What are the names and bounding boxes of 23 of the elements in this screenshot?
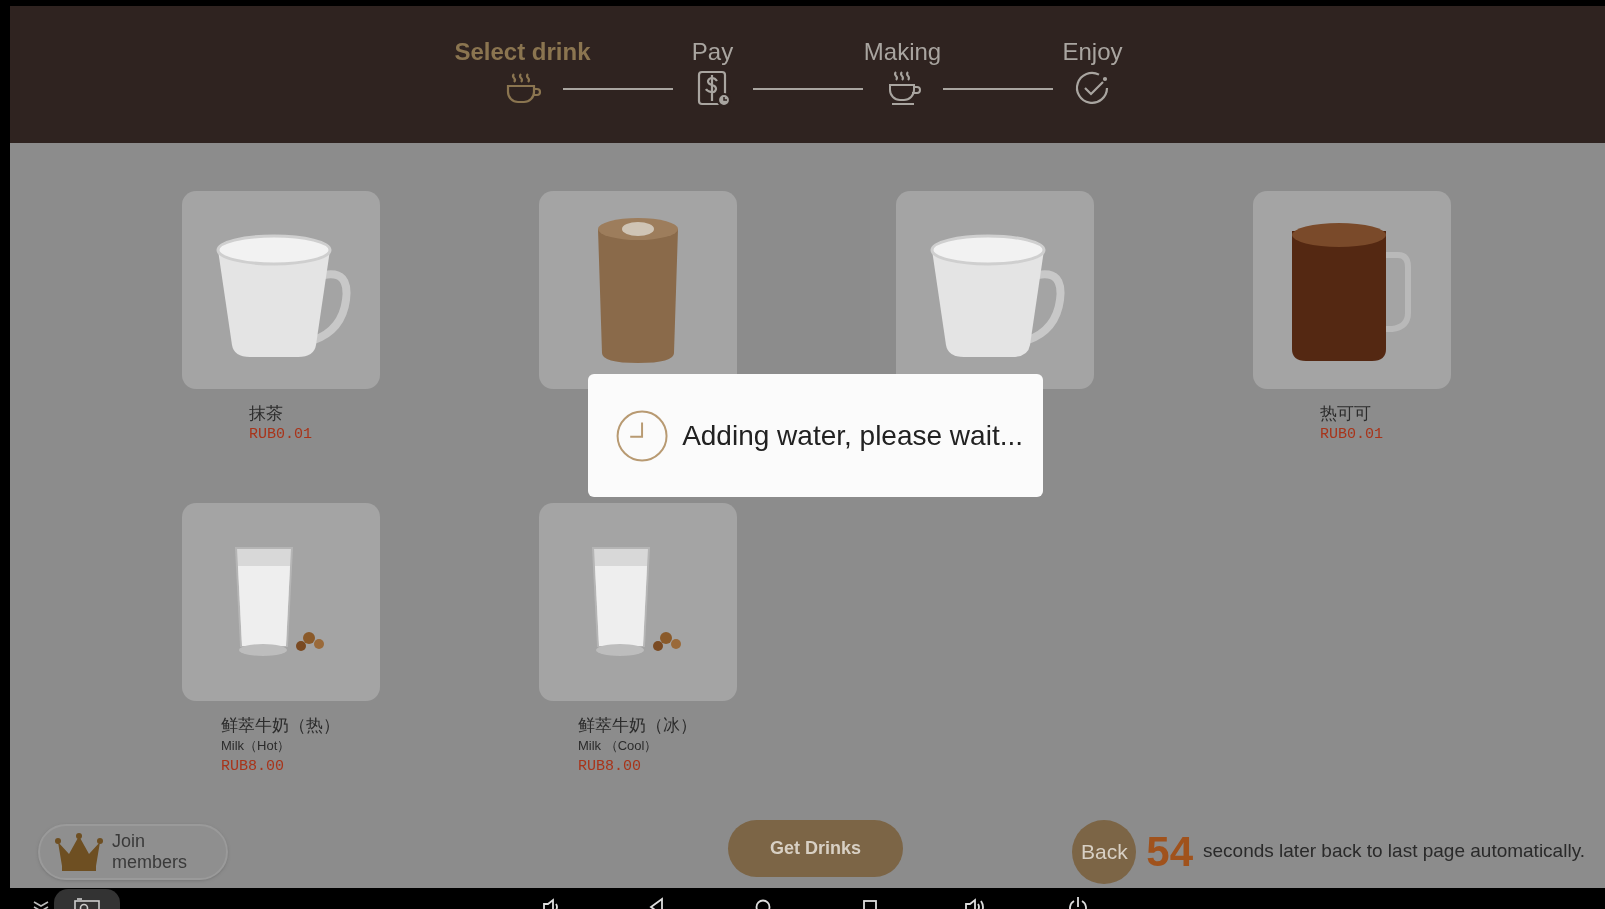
step-label: Select drink [454,37,591,67]
step-label: Enjoy [1062,37,1123,67]
loading-message: Adding water, please wait... [682,418,1023,453]
product-name: 热可可 [1320,403,1372,425]
product-card[interactable] [1252,191,1451,389]
join-members-button[interactable]: Join members [38,823,228,880]
step-label: Pay [691,37,734,67]
product-price: RUB8.00 [578,756,642,777]
product-name: 抹茶 [249,403,284,425]
product-name: 鲜萃牛奶（热） [221,715,340,737]
product-price: RUB0.01 [1320,425,1383,446]
product-card[interactable] [538,191,737,389]
product-price: RUB0.01 [249,425,312,446]
crown-icon [54,831,104,872]
step-label: Making [863,37,942,67]
countdown-text: seconds later back to last page automatically. [1203,839,1585,864]
product-subtitle: Milk（Hot） [221,737,292,756]
product-price: RUB8.00 [221,756,285,777]
product-subtitle: Milk （Cool） [578,737,659,756]
get-drinks-button[interactable]: Get Drinks [728,820,903,877]
product-name: 鲜萃牛奶（冰） [578,715,697,737]
back-button[interactable]: Back [1072,819,1137,884]
countdown-number: 54 [1146,830,1194,873]
